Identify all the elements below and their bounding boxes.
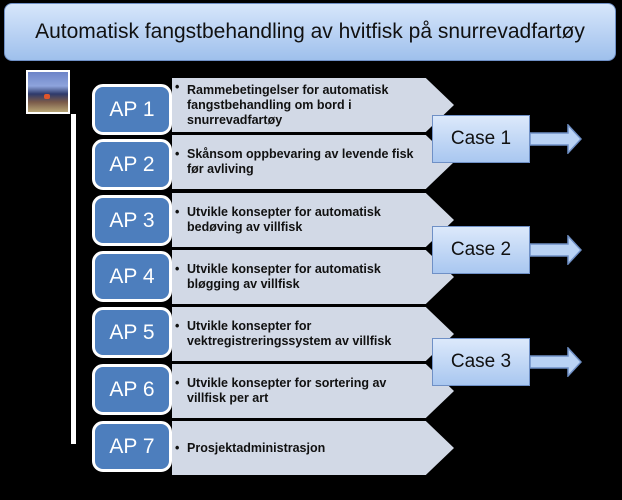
bullet-icon: •	[175, 376, 180, 390]
vessel-photo	[26, 70, 70, 114]
bullet-icon: •	[175, 147, 180, 161]
case-label: Case 3	[450, 351, 512, 372]
bullet-icon: •	[175, 319, 180, 333]
description-text: Utvikle konsepter for automatisk bedøvin…	[187, 205, 381, 234]
ap-box-7: AP 7	[92, 421, 172, 472]
ap-description-5: • Utvikle konsepter for vektregistrerings…	[172, 307, 454, 361]
ap-box-3: AP 3	[92, 195, 172, 246]
ap-label: AP 4	[109, 264, 155, 288]
ap-description-4: • Utvikle konsepter for automatisk bløggi…	[172, 250, 454, 304]
arrow-right-icon	[530, 124, 582, 154]
photo-image	[28, 72, 68, 112]
diagram-title: Automatisk fangstbehandling av hvitfisk …	[4, 3, 616, 61]
case-box-1: Case 1	[432, 115, 530, 163]
ap-box-4: AP 4	[92, 251, 172, 302]
description-text: Skånsom oppbevaring av levende fisk før …	[187, 147, 414, 176]
ap-label: AP 3	[109, 208, 155, 232]
ap-description-6: • Utvikle konsepter for sortering av vill…	[172, 364, 454, 418]
case-label: Case 1	[450, 128, 512, 149]
bullet-icon: •	[175, 262, 180, 276]
ap-box-2: AP 2	[92, 139, 172, 190]
title-text: Automatisk fangstbehandling av hvitfisk …	[35, 20, 585, 43]
photo-detail	[44, 94, 50, 99]
arrow-right-icon	[530, 347, 582, 377]
bullet-icon: •	[175, 205, 180, 219]
ap-label: AP 1	[109, 97, 155, 121]
ap-box-1: AP 1	[92, 84, 172, 135]
case-box-2: Case 2	[432, 226, 530, 274]
ap-box-6: AP 6	[92, 364, 172, 415]
bullet-icon: •	[175, 441, 180, 455]
ap-description-3: • Utvikle konsepter for automatisk bedøvi…	[172, 193, 454, 247]
description-text: Prosjektadministrasjon	[187, 440, 326, 455]
ap-description-2: • Skånsom oppbevaring av levende fisk før…	[172, 135, 454, 189]
arrow-right-icon	[530, 235, 582, 265]
ap-description-7: • Prosjektadministrasjon	[172, 421, 454, 475]
ap-label: AP 2	[109, 152, 155, 176]
case-box-3: Case 3	[432, 338, 530, 386]
description-text: Rammebetingelser for automatisk fangstbe…	[187, 82, 389, 127]
ap-label: AP 7	[109, 434, 155, 458]
ap-label: AP 6	[109, 377, 155, 401]
ap-description-1: • Rammebetingelser for automatisk fangstb…	[172, 78, 454, 132]
bullet-icon: •	[175, 80, 180, 94]
ap-box-5: AP 5	[92, 307, 172, 358]
timeline-connector	[71, 114, 76, 444]
description-text: Utvikle konsepter for sortering av villf…	[187, 376, 387, 405]
ap-label: AP 5	[109, 320, 155, 344]
case-label: Case 2	[450, 239, 512, 260]
description-text: Utvikle konsepter for vektregistreringss…	[187, 319, 392, 348]
description-text: Utvikle konsepter for automatisk bløggin…	[187, 262, 381, 291]
